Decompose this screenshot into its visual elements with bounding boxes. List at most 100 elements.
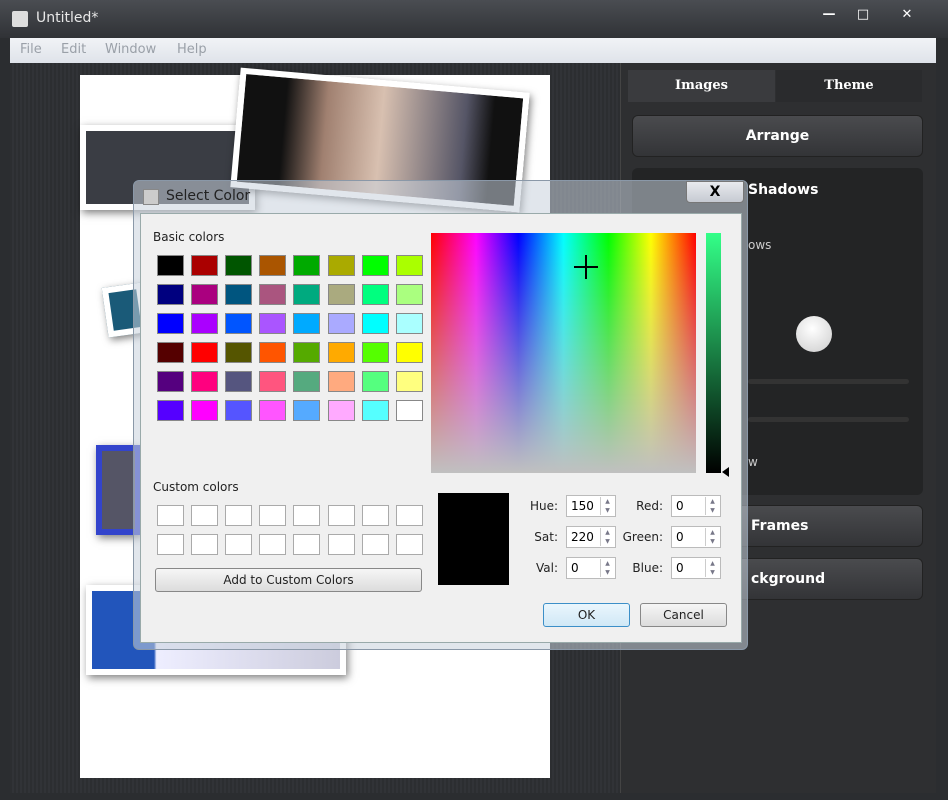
spin-arrows-icon[interactable]: ▲ ▼ [705,497,719,515]
basic-color-swatch[interactable] [361,284,389,305]
custom-color-swatch[interactable] [157,505,184,526]
basic-color-swatch[interactable] [395,313,423,334]
custom-color-swatch[interactable] [395,505,423,526]
menu-file[interactable]: File [20,42,42,57]
basic-color-swatch[interactable] [157,284,184,305]
basic-color-swatch[interactable] [191,255,219,276]
basic-color-swatch[interactable] [259,342,287,363]
spin-arrows-icon[interactable]: ▲ ▼ [705,559,719,577]
green-spinbox[interactable]: 0 ▲ ▼ [671,526,721,548]
window-title: Untitled* [36,10,99,26]
basic-color-swatch[interactable] [293,284,321,305]
basic-color-swatch[interactable] [293,371,321,392]
custom-color-swatch[interactable] [191,505,219,526]
basic-color-swatch[interactable] [395,400,423,421]
basic-color-swatch[interactable] [327,400,355,421]
close-window-button[interactable]: ✕ [892,4,922,26]
custom-color-swatch[interactable] [259,505,287,526]
basic-color-swatch[interactable] [395,342,423,363]
custom-color-swatch[interactable] [293,534,321,555]
basic-colors-label: Basic colors [153,230,225,244]
basic-color-swatch[interactable] [259,284,287,305]
custom-color-swatch[interactable] [259,534,287,555]
custom-color-swatch[interactable] [191,534,219,555]
basic-color-swatch[interactable] [395,371,423,392]
basic-color-swatch[interactable] [259,400,287,421]
maximize-button[interactable]: □ [848,4,878,26]
basic-color-swatch[interactable] [225,284,253,305]
basic-color-swatch[interactable] [327,371,355,392]
basic-color-swatch[interactable] [395,255,423,276]
spin-arrows-icon[interactable]: ▲ ▼ [705,528,719,546]
basic-color-swatch[interactable] [157,342,184,363]
custom-color-swatch[interactable] [225,505,253,526]
shadows-header[interactable]: Shadows [748,182,818,198]
basic-color-swatch[interactable] [259,255,287,276]
hue-saturation-picker[interactable] [431,233,696,473]
basic-color-swatch[interactable] [293,313,321,334]
add-to-custom-colors-button[interactable]: Add to Custom Colors [155,568,422,592]
custom-color-swatch[interactable] [225,534,253,555]
shadows-option2-label: w [748,455,758,469]
menu-help[interactable]: Help [177,42,207,57]
basic-color-swatch[interactable] [157,371,184,392]
menu-window[interactable]: Window [105,42,156,57]
basic-color-swatch[interactable] [191,313,219,334]
custom-color-swatch[interactable] [327,505,355,526]
basic-color-swatch[interactable] [361,313,389,334]
basic-color-swatch[interactable] [361,255,389,276]
basic-color-swatch[interactable] [293,255,321,276]
blue-spinbox[interactable]: 0 ▲ ▼ [671,557,721,579]
red-spinbox[interactable]: 0 ▲ ▼ [671,495,721,517]
basic-color-swatch[interactable] [327,342,355,363]
basic-color-swatch[interactable] [157,400,184,421]
basic-color-swatch[interactable] [259,313,287,334]
ok-button[interactable]: OK [543,603,630,627]
menu-edit[interactable]: Edit [61,42,86,57]
minimize-button[interactable]: — [814,4,844,26]
basic-color-swatch[interactable] [225,255,253,276]
cancel-button[interactable]: Cancel [640,603,727,627]
basic-color-swatch[interactable] [225,313,253,334]
basic-color-swatch[interactable] [327,313,355,334]
dialog-close-button[interactable]: X [686,181,744,203]
shadows-option-label: ows [748,238,772,252]
basic-color-swatch[interactable] [225,342,253,363]
tab-images[interactable]: Images [628,70,775,102]
shadow-slider-1[interactable] [748,379,909,384]
basic-color-swatch[interactable] [225,371,253,392]
basic-color-swatch[interactable] [395,284,423,305]
basic-color-swatch[interactable] [293,342,321,363]
basic-color-swatch[interactable] [157,313,184,334]
tab-theme[interactable]: Theme [776,70,922,102]
custom-color-swatch[interactable] [361,534,389,555]
custom-color-swatch[interactable] [327,534,355,555]
basic-color-swatch[interactable] [361,342,389,363]
custom-color-swatch[interactable] [157,534,184,555]
custom-colors-label: Custom colors [153,480,239,494]
crosshair-icon[interactable] [574,255,598,279]
basic-color-swatch[interactable] [191,284,219,305]
value-slider-arrow-icon[interactable] [722,467,729,477]
arrange-button[interactable]: Arrange [632,115,923,157]
basic-color-swatch[interactable] [327,284,355,305]
basic-color-swatch[interactable] [191,371,219,392]
basic-color-swatch[interactable] [157,255,184,276]
green-value: 0 [676,530,684,544]
shadow-slider-2[interactable] [748,417,909,422]
basic-color-swatch[interactable] [361,400,389,421]
custom-color-swatch[interactable] [395,534,423,555]
basic-color-swatch[interactable] [259,371,287,392]
basic-color-swatch[interactable] [191,342,219,363]
basic-color-swatch[interactable] [327,255,355,276]
basic-color-swatch[interactable] [191,400,219,421]
custom-color-swatch[interactable] [293,505,321,526]
shadow-direction-knob[interactable] [796,316,832,352]
basic-color-swatch[interactable] [361,371,389,392]
value-slider[interactable] [706,233,721,473]
blue-value: 0 [676,561,684,575]
sat-value: 220 [571,530,594,544]
basic-color-swatch[interactable] [225,400,253,421]
basic-color-swatch[interactable] [293,400,321,421]
custom-color-swatch[interactable] [361,505,389,526]
